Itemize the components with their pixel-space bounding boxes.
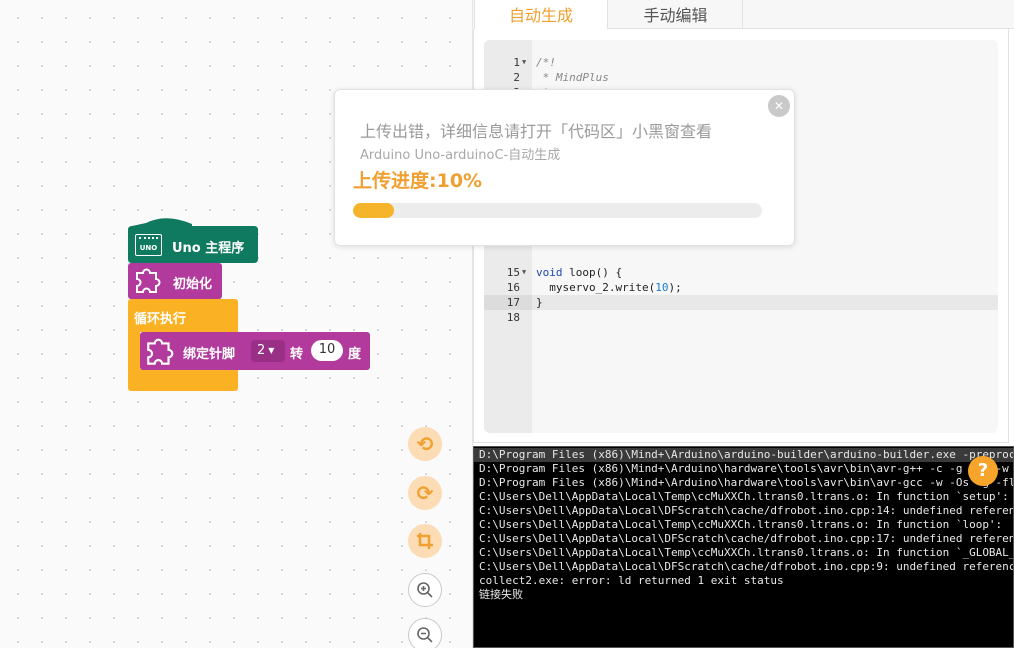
console-line: 链接失败 [479, 588, 523, 601]
upload-dialog: ✕ 上传出错，详细信息请打开「代码区」小黑窗查看 Arduino Uno-ard… [334, 89, 795, 246]
crop-button[interactable] [408, 524, 442, 558]
loop-block-footer [128, 369, 238, 391]
code-text: myservo_2.write(10); [536, 280, 682, 295]
setup-label: 初始化 [173, 277, 213, 292]
help-button[interactable]: ? [968, 456, 998, 486]
line-number: 18 [506, 311, 520, 324]
console-line: C:\Users\Dell\AppData\Local\DFScratch\ca… [479, 560, 1014, 573]
upload-progress-bar [353, 203, 762, 218]
code-line: 3 * uno [484, 70, 575, 99]
redo-icon: ⟳ [416, 481, 434, 505]
tab-auto-generate[interactable]: 自动生成 [474, 0, 608, 29]
servo-write-block[interactable]: 绑定针脚 2 ▼ 转 10 度 [140, 332, 370, 370]
upload-target-label: Arduino Uno-arduinoC-自动生成 [360, 148, 561, 163]
zoom-out-button[interactable] [408, 618, 442, 648]
fold-arrow-icon[interactable]: ▼ [522, 55, 526, 70]
code-text: void loop() { [536, 265, 622, 280]
console-line: collect2.exe: error: ld returned 1 exit … [479, 574, 784, 587]
loop-block-arm [128, 332, 140, 369]
code-post: ); [668, 281, 682, 294]
console-line: C:\Users\Dell\AppData\Local\Temp\ccMuXXC… [479, 518, 1003, 531]
main-program-label: Uno 主程序 [172, 241, 245, 256]
crop-icon [417, 533, 433, 549]
console-line: C:\Users\Dell\AppData\Local\Temp\ccMuXXC… [479, 490, 1009, 503]
servo-pin-label: 绑定针脚 [183, 347, 236, 362]
puzzle-icon [136, 268, 161, 293]
console-line: D:\Program Files (x86)\Mind+\Arduino\har… [479, 462, 1009, 475]
servo-unit-label: 度 [348, 347, 362, 362]
zoom-in-icon [417, 582, 433, 598]
code-pre: myservo_2.write( [536, 281, 656, 294]
help-icon: ? [977, 460, 989, 481]
code-line: 2 * MindPlus [484, 55, 608, 84]
console-line: C:\Users\Dell\AppData\Local\DFScratch\ca… [479, 532, 1014, 545]
undo-button[interactable]: ⟲ [408, 427, 442, 461]
zoom-in-button[interactable] [408, 573, 442, 607]
upload-progress-label: 上传进度:10% [353, 170, 483, 192]
code-line: 15 ▼ void loop() { [484, 250, 622, 279]
undo-icon: ⟲ [416, 432, 434, 456]
active-line-highlight [484, 295, 998, 310]
code-line: 18 [484, 295, 520, 324]
console-line: D:\Program Files (x86)\Mind+\Arduino\ard… [474, 448, 1013, 462]
zoom-out-icon [417, 627, 433, 643]
code-keyword: void [536, 266, 563, 279]
setup-block[interactable]: 初始化 [128, 263, 222, 299]
uno-board-icon: UNO [135, 234, 162, 256]
code-number: 10 [655, 281, 669, 294]
upload-error-message: 上传出错，详细信息请打开「代码区」小黑窗查看 [360, 122, 713, 141]
loop-block-header: 循环执行 [128, 299, 238, 332]
console-line: C:\Users\Dell\AppData\Local\DFScratch\ca… [479, 504, 1014, 517]
pin-value: 2 [257, 343, 266, 358]
pin-dropdown[interactable]: 2 ▼ [251, 340, 285, 362]
uno-board-label: UNO [139, 244, 158, 252]
console-output[interactable]: D:\Program Files (x86)\Mind+\Arduino\ard… [473, 446, 1014, 648]
tab-manual-edit[interactable]: 手动编辑 [609, 0, 743, 29]
puzzle-icon [147, 338, 174, 365]
angle-input[interactable]: 10 [311, 340, 343, 361]
upload-progress-fill [353, 203, 394, 218]
main-program-block[interactable]: UNO Uno 主程序 [128, 218, 258, 263]
chevron-down-icon: ▼ [268, 346, 275, 355]
loop-label: 循环执行 [134, 312, 187, 327]
fold-arrow-icon[interactable]: ▼ [522, 265, 526, 280]
code-line: 17} [484, 280, 543, 309]
code-rest: loop() { [562, 266, 623, 279]
redo-button[interactable]: ⟳ [408, 476, 442, 510]
code-text: } [536, 296, 543, 309]
code-line: 1 ▼/*! [484, 40, 556, 69]
close-icon: ✕ [773, 99, 785, 113]
code-text: /*! [536, 56, 556, 69]
console-line: D:\Program Files (x86)\Mind+\Arduino\har… [479, 476, 1014, 489]
code-line: 16 myservo_2.write(10); [484, 265, 682, 294]
code-tabs: 自动生成 手动编辑 [473, 0, 1014, 29]
code-text: * MindPlus [536, 71, 609, 84]
servo-turn-label: 转 [290, 347, 304, 362]
close-button[interactable]: ✕ [768, 95, 790, 117]
console-line: C:\Users\Dell\AppData\Local\Temp\ccMuXXC… [479, 546, 1014, 559]
